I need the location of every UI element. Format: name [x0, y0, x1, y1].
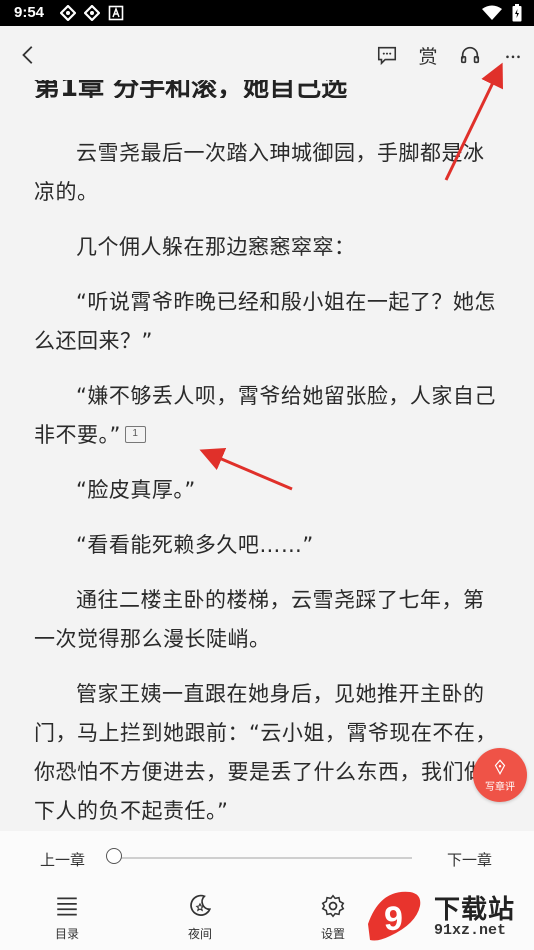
headphones-icon	[460, 46, 480, 64]
watermark-logo: 9 下载站 91xz.net	[360, 884, 534, 950]
write-chapter-review-button[interactable]: 写章评	[473, 748, 527, 802]
listen-button[interactable]	[455, 40, 485, 70]
list-icon	[57, 897, 77, 916]
next-chapter-button[interactable]: 下一章	[447, 849, 492, 870]
menu-toc[interactable]: 目录	[37, 893, 97, 942]
menu-label: 夜间	[187, 927, 212, 941]
paragraph-comment-badge[interactable]: 1	[124, 425, 146, 443]
write-review-label: 写章评	[485, 781, 515, 793]
comments-button[interactable]	[372, 40, 402, 70]
reward-button[interactable]: 赏	[413, 40, 443, 70]
back-button[interactable]	[14, 40, 44, 70]
chapter-progress-thumb[interactable]	[106, 848, 122, 864]
paragraph: “看看能死赖多久吧……”	[34, 526, 504, 565]
paragraph: 几个佣人躲在那边窸窸窣窣：	[34, 228, 504, 267]
watermark-cn: 下载站	[434, 894, 516, 925]
watermark-digit: 9	[384, 900, 403, 938]
menu-settings[interactable]: 设置	[303, 893, 363, 942]
watermark-en: 91xz.net	[434, 921, 507, 939]
watermark-text: 下载站 91xz.net	[434, 897, 515, 938]
paragraph: 管家王姨一直跟在她身后，见她推开主卧的门，马上拦到她跟前：“云小姐，霄爷现在不在…	[34, 675, 504, 831]
paragraph-text: “听说霄爷昨晚已经和殷小姐在一起了？她怎么还回来？”	[34, 290, 496, 353]
previous-chapter-button[interactable]: 上一章	[40, 849, 85, 870]
paragraph-text: 几个佣人躲在那边窸窸窣窣：	[76, 235, 356, 259]
paragraph-text: 管家王姨一直跟在她身后，见她推开主卧的门，马上拦到她跟前：“云小姐，霄爷现在不在…	[34, 682, 497, 823]
paragraph-text: “嫌不够丢人呗，霄爷给她留张脸，人家自己非不要。”	[34, 384, 496, 447]
menu-label: 目录	[54, 927, 79, 941]
pen-icon	[494, 758, 506, 775]
reader-toolbar: 赏	[0, 26, 534, 84]
paragraph: 通往二楼主卧的楼梯，云雪尧踩了七年，第一次觉得那么漫长陡峭。	[34, 581, 504, 659]
moon-icon	[190, 894, 212, 916]
paragraph-text: “脸皮真厚。”	[76, 478, 196, 502]
reading-content: 云雪尧最后一次踏入珅城御园，手脚都是冰凉的。 几个佣人躲在那边窸窸窣窣： “听说…	[34, 134, 504, 847]
paragraph-text: 通往二楼主卧的楼梯，云雪尧踩了七年，第一次觉得那么漫长陡峭。	[34, 588, 485, 651]
paragraph: “脸皮真厚。”	[34, 471, 504, 510]
chapter-progress-track[interactable]	[115, 857, 412, 859]
app-notification-icon	[83, 4, 101, 22]
text-notification-icon	[108, 5, 124, 21]
watermark-mark-icon: 9	[368, 891, 421, 941]
gear-icon	[321, 894, 345, 918]
wifi-icon	[482, 5, 502, 20]
battery-icon	[512, 4, 522, 22]
more-horizontal-icon	[506, 55, 520, 59]
menu-label: 设置	[320, 927, 345, 941]
status-time: 9:54	[14, 4, 45, 21]
status-system-icons	[482, 4, 522, 22]
status-bar: 9:54	[0, 0, 534, 26]
comment-icon	[377, 46, 397, 66]
paragraph-text: “看看能死赖多久吧……”	[76, 533, 314, 557]
paragraph: 云雪尧最后一次踏入珅城御园，手脚都是冰凉的。	[34, 134, 504, 212]
paragraph-text: 云雪尧最后一次踏入珅城御园，手脚都是冰凉的。	[34, 141, 485, 204]
more-button[interactable]	[498, 40, 528, 70]
app-notification-icon	[59, 4, 77, 22]
paragraph: “听说霄爷昨晚已经和殷小姐在一起了？她怎么还回来？”	[34, 283, 504, 361]
menu-night-mode[interactable]: 夜间	[170, 893, 230, 942]
status-notification-icons	[59, 4, 124, 22]
reward-label: 赏	[418, 45, 438, 68]
chevron-left-icon	[22, 46, 33, 64]
paragraph: “嫌不够丢人呗，霄爷给她留张脸，人家自己非不要。” 1	[34, 377, 504, 455]
